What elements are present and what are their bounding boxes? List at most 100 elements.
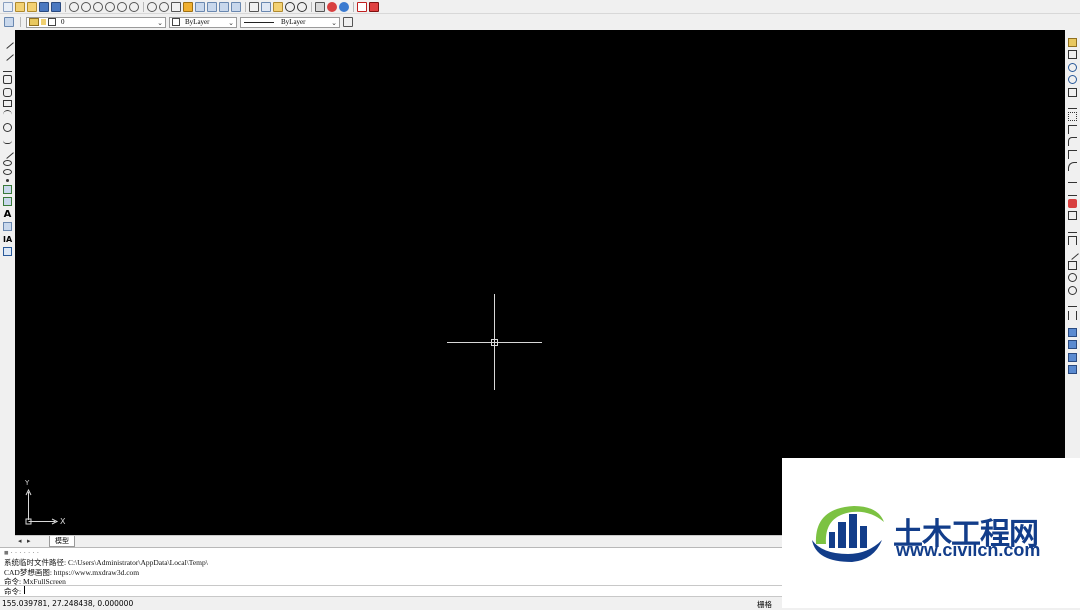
construction-line-icon[interactable] xyxy=(1,48,14,62)
tab-scroll-left-icon[interactable]: ◂ xyxy=(18,537,22,545)
zoom-all-icon[interactable] xyxy=(129,1,139,12)
make-block-icon[interactable] xyxy=(3,197,12,207)
crosshair-cursor xyxy=(447,294,542,390)
trim-icon[interactable] xyxy=(1068,174,1077,184)
copy-icon[interactable] xyxy=(261,1,271,12)
pentagon-icon[interactable] xyxy=(3,87,12,97)
point-icon[interactable] xyxy=(6,178,9,182)
align-icon[interactable] xyxy=(1068,273,1077,283)
ucs-icon xyxy=(25,488,59,525)
standard-toolbar xyxy=(0,0,1080,14)
watermark-url: www.civilcn.com xyxy=(896,540,1041,560)
block-icon[interactable] xyxy=(231,1,241,12)
explode-icon[interactable] xyxy=(1066,246,1079,260)
zoom-window-icon[interactable] xyxy=(69,1,79,12)
cut-icon[interactable] xyxy=(249,1,259,12)
offset-icon[interactable] xyxy=(1068,124,1077,134)
zoom-realtime-icon[interactable] xyxy=(147,1,157,12)
tab-scroll-right-icon[interactable]: ▸ xyxy=(27,537,31,545)
layer-color-icon xyxy=(48,18,56,26)
mtext-icon[interactable]: A xyxy=(3,209,12,219)
fillet-icon[interactable] xyxy=(1068,137,1077,147)
spline-icon[interactable] xyxy=(1,145,14,159)
linetype-dropdown[interactable]: ByLayer ⌄ xyxy=(240,16,340,28)
coordinate-readout: 155.039781, 27.248438, 0.000000 xyxy=(2,599,134,608)
rectangle-icon[interactable] xyxy=(3,99,12,107)
stretch-icon[interactable] xyxy=(1068,211,1077,221)
polyline-icon[interactable] xyxy=(3,63,12,72)
linetype-sample xyxy=(244,21,274,23)
print-icon[interactable] xyxy=(315,1,325,12)
zoom-in-icon[interactable] xyxy=(81,1,91,12)
send-under-icon[interactable] xyxy=(1068,365,1077,375)
edit-icon[interactable] xyxy=(183,1,193,12)
draw-order-front-icon[interactable] xyxy=(1068,327,1077,337)
extend-icon[interactable] xyxy=(1068,187,1077,196)
new-file-icon[interactable] xyxy=(3,1,13,12)
attribute-text-icon[interactable]: IA xyxy=(3,235,12,244)
color-value: ByLayer xyxy=(185,18,210,26)
dimension-icon[interactable] xyxy=(1068,310,1077,320)
help-icon[interactable] xyxy=(339,1,349,12)
array-icon[interactable] xyxy=(1068,112,1077,122)
move-icon[interactable] xyxy=(1068,62,1077,72)
render-icon[interactable] xyxy=(327,1,337,12)
bring-above-icon[interactable] xyxy=(1068,352,1077,362)
polygon-icon[interactable] xyxy=(3,75,12,85)
chevron-down-icon: ⌄ xyxy=(228,18,234,27)
color-swatch-icon xyxy=(172,18,180,26)
fillet-arc-icon[interactable] xyxy=(1068,161,1077,171)
ellipse-arc-icon[interactable] xyxy=(3,169,12,176)
watermark-logo-icon xyxy=(812,506,884,562)
match-properties-icon[interactable] xyxy=(195,1,205,12)
ucs-y-label: Y xyxy=(25,479,30,487)
move-view-icon[interactable] xyxy=(171,1,181,12)
copy-object-icon[interactable] xyxy=(1068,50,1077,60)
revision-cloud-icon[interactable] xyxy=(3,135,12,145)
layer-dropdown[interactable]: 0 ⌄ xyxy=(26,16,166,28)
grid-toggle[interactable]: 栅格 xyxy=(757,599,772,610)
open-file-icon[interactable] xyxy=(15,1,25,12)
erase-icon[interactable] xyxy=(1068,38,1077,47)
break-icon[interactable] xyxy=(1068,199,1077,209)
undo-icon[interactable] xyxy=(285,1,295,12)
redo-icon[interactable] xyxy=(297,1,307,12)
zoom-extents-icon[interactable] xyxy=(105,1,115,12)
scale-icon[interactable] xyxy=(1068,87,1077,97)
triangle-icon[interactable] xyxy=(1068,298,1077,308)
layer-states-icon[interactable] xyxy=(4,17,14,27)
arc-icon[interactable] xyxy=(3,110,12,119)
paste-icon[interactable] xyxy=(273,1,283,12)
zoom-out-icon[interactable] xyxy=(93,1,103,12)
chamfer-icon[interactable] xyxy=(1068,149,1077,159)
mirror-icon[interactable] xyxy=(1068,100,1077,109)
open-folder-icon[interactable] xyxy=(27,1,37,12)
linetype-value: ByLayer xyxy=(281,18,306,26)
save-as-icon[interactable] xyxy=(51,1,61,12)
pedit-icon[interactable] xyxy=(1068,261,1077,271)
join-icon[interactable] xyxy=(1068,224,1077,233)
pan-icon[interactable] xyxy=(159,1,169,12)
image-icon[interactable] xyxy=(3,222,12,232)
table-icon[interactable] xyxy=(3,247,12,257)
command-history-line: ■ · · · · · · · xyxy=(4,548,40,557)
rotate-icon[interactable] xyxy=(1068,75,1077,85)
pdf-export-icon[interactable] xyxy=(357,1,367,12)
insert-block-icon[interactable] xyxy=(3,185,12,195)
zoom-previous-icon[interactable] xyxy=(117,1,127,12)
properties-icon[interactable] xyxy=(219,1,229,12)
tab-model[interactable]: 模型 xyxy=(49,536,75,547)
ellipse-icon[interactable] xyxy=(3,159,12,166)
image-export-icon[interactable] xyxy=(369,1,379,12)
draw-order-back-icon[interactable] xyxy=(1068,340,1077,350)
lengthen-icon[interactable] xyxy=(1068,236,1077,246)
color-dropdown[interactable]: ByLayer ⌄ xyxy=(169,16,237,28)
no-icon[interactable] xyxy=(1068,285,1077,295)
match-linetype-icon[interactable] xyxy=(343,17,353,27)
layer-manager-icon[interactable] xyxy=(207,1,217,12)
command-window: ■ · · · · · · · 系统临时文件路径: C:\Users\Admin… xyxy=(0,547,782,596)
save-icon[interactable] xyxy=(39,1,49,12)
circle-icon[interactable] xyxy=(3,122,12,132)
chevron-down-icon: ⌄ xyxy=(331,18,337,27)
command-input[interactable] xyxy=(22,586,722,595)
